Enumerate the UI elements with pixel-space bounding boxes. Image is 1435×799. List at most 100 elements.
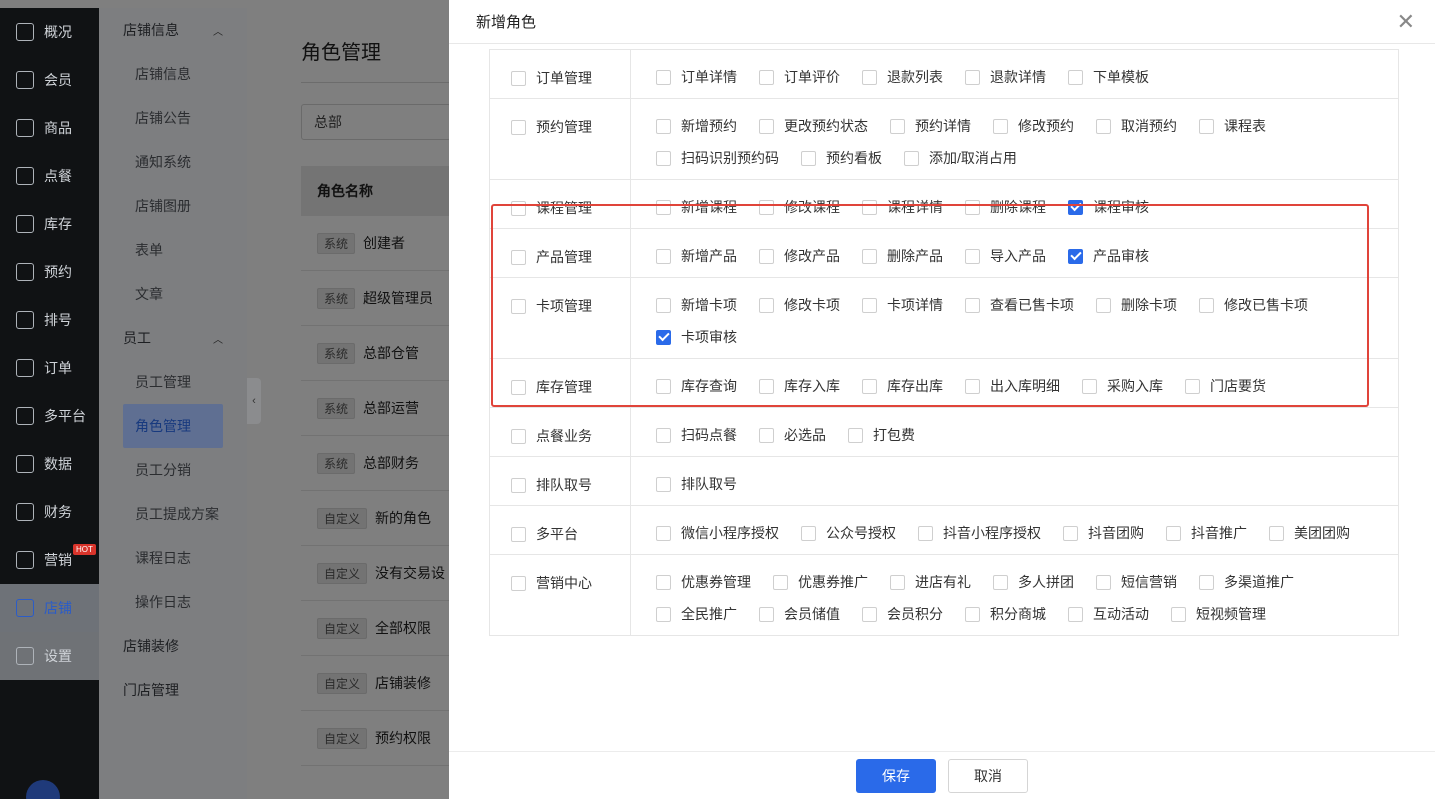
table-row[interactable]: 自定义 店铺装修 [301, 656, 451, 711]
subnav-item[interactable]: 店铺图册 [99, 184, 247, 228]
subnav-item[interactable]: 通知系统 [99, 140, 247, 184]
checkbox[interactable] [1185, 378, 1200, 394]
table-row[interactable]: 系统 总部仓管 [301, 326, 451, 381]
checkbox[interactable] [1199, 297, 1214, 313]
permission-checkbox[interactable]: 退款列表 [862, 69, 943, 85]
checkbox[interactable] [1199, 118, 1214, 134]
permission-checkbox[interactable]: 订单详情 [656, 69, 737, 85]
checkbox[interactable] [1068, 69, 1083, 85]
subnav-item[interactable]: 文章 [99, 272, 247, 316]
subnav-item[interactable]: 店铺信息 [99, 52, 247, 96]
checkbox[interactable] [656, 525, 671, 541]
subnav-item[interactable]: 表单 [99, 228, 247, 272]
checkbox[interactable] [1166, 525, 1181, 541]
checkbox[interactable] [511, 575, 526, 591]
table-row[interactable]: 系统 总部运营 [301, 381, 451, 436]
permission-checkbox[interactable]: 产品审核 [1068, 248, 1149, 264]
permission-checkbox[interactable]: 课程表 [1199, 118, 1266, 134]
module-checkbox[interactable]: 排队取号 [511, 477, 608, 493]
permission-checkbox[interactable]: 取消预约 [1096, 118, 1177, 134]
permission-checkbox[interactable]: 新增课程 [656, 199, 737, 215]
permission-checkbox[interactable]: 卡项审核 [656, 329, 737, 345]
checkbox[interactable] [759, 118, 774, 134]
permission-checkbox[interactable]: 修改卡项 [759, 297, 840, 313]
checkbox[interactable] [904, 150, 919, 166]
nav-item-12[interactable]: 店铺 [0, 584, 99, 632]
module-checkbox[interactable]: 预约管理 [511, 119, 608, 135]
checkbox[interactable] [759, 427, 774, 443]
checkbox[interactable] [862, 297, 877, 313]
nav-item-13[interactable]: 设置 [0, 632, 99, 680]
checkbox[interactable] [773, 574, 788, 590]
permission-checkbox[interactable]: 下单模板 [1068, 69, 1149, 85]
checkbox[interactable] [656, 427, 671, 443]
checkbox[interactable] [511, 477, 526, 493]
nav-item-1[interactable]: 会员 [0, 56, 99, 104]
checkbox[interactable] [862, 199, 877, 215]
permission-checkbox[interactable]: 导入产品 [965, 248, 1046, 264]
checkbox[interactable] [1082, 378, 1097, 394]
module-checkbox[interactable]: 点餐业务 [511, 428, 608, 444]
subnav-item[interactable]: 角色管理 [123, 404, 223, 448]
permission-checkbox[interactable]: 更改预约状态 [759, 118, 868, 134]
checkbox[interactable] [993, 574, 1008, 590]
close-icon[interactable]: ✕ [1397, 9, 1415, 35]
save-button[interactable]: 保存 [856, 758, 936, 793]
subnav-group-shop-info[interactable]: 店铺信息 ︿ [99, 8, 247, 52]
permission-table-container[interactable]: 订单管理 订单详情 订单评价 退款列表 退款详情 下单模板 预约管理 新增预约 更改预约状态 预约… [489, 49, 1399, 751]
checkbox[interactable] [848, 427, 863, 443]
permission-checkbox[interactable]: 抖音小程序授权 [918, 525, 1041, 541]
department-select[interactable]: 总部 [301, 104, 451, 140]
subnav-group-decoration[interactable]: 店铺装修 [99, 624, 247, 668]
checkbox[interactable] [801, 150, 816, 166]
permission-checkbox[interactable]: 互动活动 [1068, 606, 1149, 622]
permission-checkbox[interactable]: 库存查询 [656, 378, 737, 394]
checkbox[interactable] [862, 248, 877, 264]
checkbox[interactable] [1171, 606, 1186, 622]
permission-checkbox[interactable]: 美团团购 [1269, 525, 1350, 541]
checkbox[interactable] [511, 379, 526, 395]
checkbox[interactable] [511, 70, 526, 86]
checkbox[interactable] [656, 150, 671, 166]
subnav-item[interactable]: 操作日志 [99, 580, 247, 624]
checkbox[interactable] [511, 526, 526, 542]
module-checkbox[interactable]: 订单管理 [511, 70, 608, 86]
subnav-item[interactable]: 店铺公告 [99, 96, 247, 140]
checkbox[interactable] [656, 297, 671, 313]
checkbox[interactable] [759, 199, 774, 215]
checkbox[interactable] [656, 248, 671, 264]
checkbox[interactable] [862, 69, 877, 85]
permission-checkbox[interactable]: 课程审核 [1068, 199, 1149, 215]
checkbox[interactable] [656, 69, 671, 85]
checkbox[interactable] [918, 525, 933, 541]
permission-checkbox[interactable]: 全民推广 [656, 606, 737, 622]
permission-checkbox[interactable]: 打包费 [848, 427, 915, 443]
permission-checkbox[interactable]: 公众号授权 [801, 525, 896, 541]
subnav-group-store-management[interactable]: 门店管理 [99, 668, 247, 712]
permission-checkbox[interactable]: 退款详情 [965, 69, 1046, 85]
nav-item-11[interactable]: 营销 HOT [0, 536, 99, 584]
permission-checkbox[interactable]: 进店有礼 [890, 574, 971, 590]
permission-checkbox[interactable]: 微信小程序授权 [656, 525, 779, 541]
permission-checkbox[interactable]: 排队取号 [656, 476, 737, 492]
checkbox[interactable] [759, 297, 774, 313]
nav-item-7[interactable]: 订单 [0, 344, 99, 392]
permission-checkbox[interactable]: 删除课程 [965, 199, 1046, 215]
module-checkbox[interactable]: 营销中心 [511, 575, 608, 591]
checkbox[interactable] [656, 118, 671, 134]
checkbox[interactable] [656, 199, 671, 215]
module-checkbox[interactable]: 产品管理 [511, 249, 608, 265]
permission-checkbox[interactable]: 卡项详情 [862, 297, 943, 313]
checkbox[interactable] [656, 476, 671, 492]
module-checkbox[interactable]: 课程管理 [511, 200, 608, 216]
checkbox[interactable] [759, 606, 774, 622]
permission-checkbox[interactable]: 优惠券推广 [773, 574, 868, 590]
checkbox[interactable] [511, 249, 526, 265]
nav-item-6[interactable]: 排号 [0, 296, 99, 344]
checkbox[interactable] [965, 69, 980, 85]
nav-item-9[interactable]: 数据 [0, 440, 99, 488]
permission-checkbox[interactable]: 查看已售卡项 [965, 297, 1074, 313]
permission-checkbox[interactable]: 库存出库 [862, 378, 943, 394]
checkbox[interactable] [1068, 606, 1083, 622]
checkbox[interactable] [890, 118, 905, 134]
